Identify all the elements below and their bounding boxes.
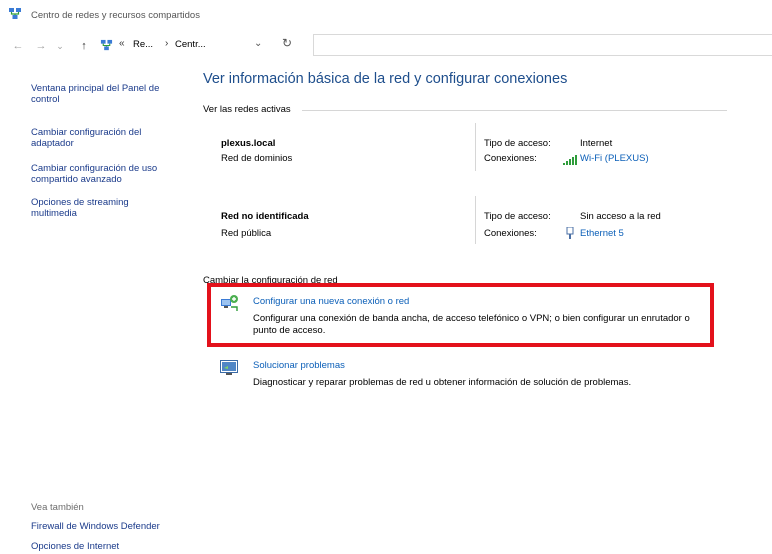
ethernet-icon (566, 227, 574, 239)
back-arrow-icon: ← (12, 40, 24, 52)
ethernet-connection-link[interactable]: Ethernet 5 (580, 228, 624, 239)
access-type-label: Tipo de acceso: (484, 211, 551, 222)
wifi-connection-link[interactable]: Wi-Fi (PLEXUS) (580, 153, 649, 164)
network-divider (475, 196, 476, 244)
section-divider (302, 110, 727, 111)
breadcrumb-item[interactable]: Re... (133, 39, 153, 50)
network-center-icon (100, 39, 113, 51)
see-also-label: Vea también (31, 502, 84, 513)
forward-arrow-icon: → (35, 40, 47, 52)
breadcrumb-item[interactable]: Centr... (175, 39, 206, 50)
troubleshoot-description: Diagnosticar y reparar problemas de red … (253, 377, 632, 388)
up-button[interactable]: ↑ (76, 38, 92, 54)
access-type-label: Tipo de acceso: (484, 138, 551, 149)
recent-locations-button[interactable]: ⌄ (54, 38, 66, 54)
troubleshoot-icon (220, 360, 238, 375)
network-divider (475, 123, 476, 171)
network-center-icon (9, 8, 21, 19)
network-category: Red de dominios (221, 153, 293, 164)
access-type-value: Internet (580, 138, 613, 149)
sidebar-link-firewall[interactable]: Firewall de Windows Defender (31, 521, 181, 532)
network-category: Red pública (221, 228, 272, 239)
window-title: Centro de redes y recursos compartidos (31, 10, 200, 21)
hidden-crumbs-chevron[interactable]: « (119, 38, 125, 49)
up-arrow-icon: ↑ (81, 40, 87, 52)
address-dropdown-icon[interactable]: ⌄ (254, 38, 262, 49)
highlight-box (207, 283, 714, 347)
forward-button[interactable]: → (33, 38, 49, 54)
active-networks-label: Ver las redes activas (203, 104, 291, 115)
access-type-value: Sin acceso a la red (580, 211, 661, 222)
sidebar-link-internet-options[interactable]: Opciones de Internet (31, 541, 181, 552)
network-name: Red no identificada (221, 211, 309, 222)
troubleshoot-link[interactable]: Solucionar problemas (253, 360, 345, 371)
network-name: plexus.local (221, 138, 276, 149)
sidebar-item-advanced-sharing[interactable]: Cambiar configuración de uso compartido … (31, 163, 181, 185)
search-input[interactable] (313, 34, 772, 56)
sidebar-item-control-panel-home[interactable]: Ventana principal del Panel de control (31, 83, 179, 105)
connections-label: Conexiones: (484, 153, 537, 164)
back-button[interactable]: ← (10, 38, 26, 54)
connections-label: Conexiones: (484, 228, 537, 239)
chevron-down-icon: ⌄ (56, 40, 64, 51)
sidebar-item-media-streaming[interactable]: Opciones de streaming multimedia (31, 197, 171, 219)
page-title: Ver información básica de la red y confi… (203, 71, 568, 87)
wifi-signal-icon (563, 155, 577, 165)
refresh-icon[interactable]: ↻ (282, 36, 292, 50)
breadcrumb-separator-icon[interactable]: › (165, 38, 168, 49)
sidebar-item-adapter-settings[interactable]: Cambiar configuración del adaptador (31, 127, 171, 149)
